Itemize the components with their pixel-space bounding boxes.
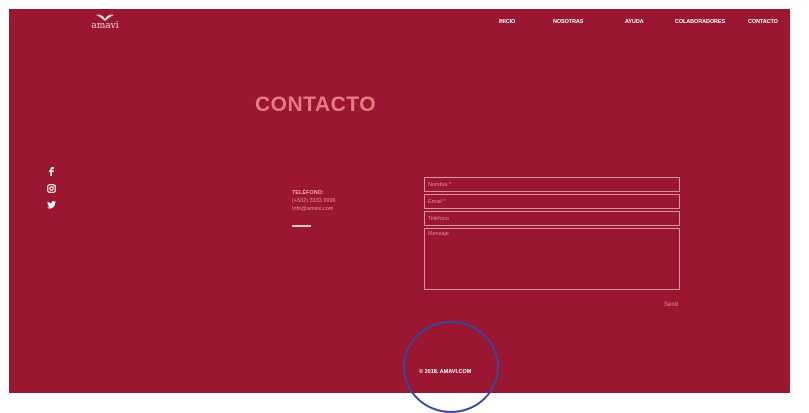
name-input[interactable] <box>424 177 680 192</box>
divider <box>292 225 311 227</box>
phone-label: TELÉFONO: <box>292 190 324 196</box>
social-links <box>45 167 57 218</box>
facebook-icon[interactable] <box>45 167 57 177</box>
phone-number[interactable]: (+502) 3333 9996 <box>292 197 336 205</box>
site-container: amavi INICIO NOSOTRAS AYUDA COLABORADORE… <box>9 9 790 393</box>
instagram-icon[interactable] <box>45 184 57 194</box>
email-address[interactable]: Info@amavi.com <box>292 205 336 213</box>
contact-info: TELÉFONO: (+502) 3333 9996 Info@amavi.co… <box>292 189 336 227</box>
contact-form: Send <box>424 177 680 308</box>
page-title: CONTACTO <box>255 93 377 116</box>
send-button[interactable]: Send <box>664 302 678 308</box>
phone-input[interactable] <box>424 211 680 226</box>
email-input[interactable] <box>424 194 680 209</box>
annotation-circle <box>403 321 499 413</box>
nav-item-ayuda[interactable]: AYUDA <box>625 19 644 25</box>
main-nav: INICIO NOSOTRAS AYUDA COLABORADORES CONT… <box>9 19 790 31</box>
nav-item-colaboradores[interactable]: COLABORADORES <box>675 19 725 25</box>
nav-item-nosotras[interactable]: NOSOTRAS <box>553 19 583 25</box>
twitter-icon[interactable] <box>45 201 57 211</box>
nav-item-contacto[interactable]: CONTACTO <box>748 19 778 25</box>
nav-item-inicio[interactable]: INICIO <box>499 19 515 25</box>
message-textarea[interactable] <box>424 228 680 290</box>
